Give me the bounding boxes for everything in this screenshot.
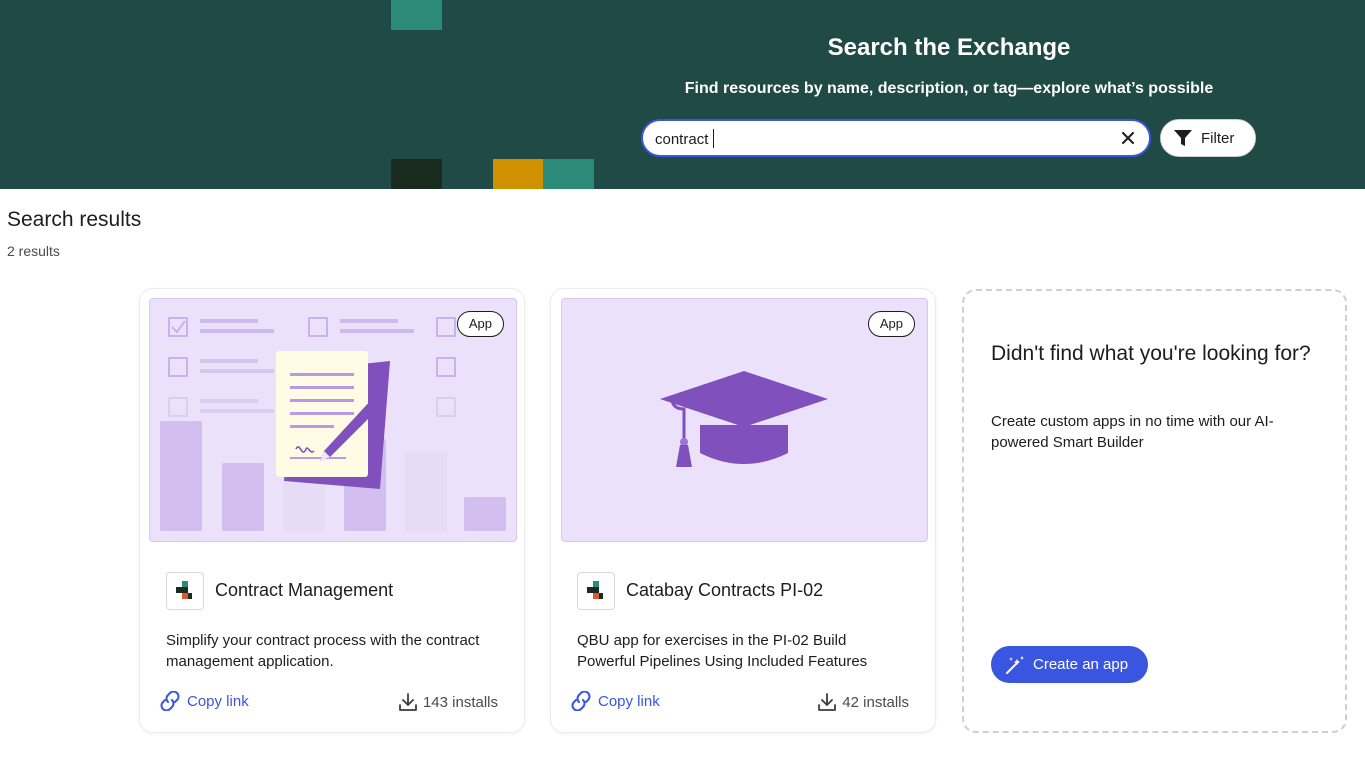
install-count-label: 143 installs <box>422 693 498 711</box>
close-icon <box>1122 132 1134 144</box>
create-app-button-label: Create an app <box>1033 656 1129 673</box>
create-app-button[interactable]: Create an app <box>991 646 1149 683</box>
card-title[interactable]: Catabay Contracts PI-02 <box>626 580 823 601</box>
hero-banner: Search the Exchange Find resources by na… <box>0 0 1365 189</box>
copy-link-label: Copy link <box>187 692 249 710</box>
type-badge: App <box>456 311 504 337</box>
app-logo-icon <box>587 581 603 599</box>
contract-illustration <box>160 317 506 531</box>
copy-link-button[interactable]: Copy link <box>159 691 249 711</box>
create-app-card: Didn't find what you're looking for? Cre… <box>962 289 1347 733</box>
install-count: 143 installs <box>399 693 498 711</box>
page-subtitle: Find resources by name, description, or … <box>684 80 1214 97</box>
decorative-block <box>493 159 543 189</box>
install-count: 42 installs <box>818 693 909 711</box>
magic-wand-icon <box>1006 655 1024 674</box>
search-input[interactable] <box>655 128 1105 150</box>
graduation-cap-illustration <box>660 371 828 467</box>
results-count: 2 results <box>7 243 60 259</box>
link-icon <box>571 691 591 711</box>
app-logo-icon <box>176 581 192 599</box>
result-card[interactable]: App Catabay Contracts PI-02 QBU app for … <box>550 288 936 733</box>
search-box[interactable] <box>641 119 1151 157</box>
card-image: App <box>149 298 517 542</box>
link-icon <box>160 691 180 711</box>
create-app-title: Didn't find what you're looking for? <box>991 342 1311 365</box>
decorative-block <box>391 159 442 189</box>
download-icon <box>818 693 837 711</box>
filter-icon <box>1174 130 1192 146</box>
create-app-description: Create custom apps in no time with our A… <box>991 413 1274 451</box>
clear-search-button[interactable] <box>1119 129 1137 147</box>
download-icon <box>399 693 417 711</box>
card-description: QBU app for exercises in the PI-02 Build… <box>577 632 868 670</box>
copy-link-label: Copy link <box>598 692 660 710</box>
app-logo <box>577 572 615 610</box>
decorative-block <box>543 159 594 189</box>
results-title: Search results <box>7 208 142 231</box>
copy-link-button[interactable]: Copy link <box>570 691 660 711</box>
filter-button[interactable]: Filter <box>1160 119 1256 157</box>
install-count-label: 42 installs <box>842 693 909 711</box>
text-cursor <box>713 129 714 148</box>
page-title: Search the Exchange <box>827 34 1071 61</box>
card-description: Simplify your contract process with the … <box>166 632 480 670</box>
filter-button-label: Filter <box>1201 129 1235 147</box>
decorative-block <box>391 0 442 30</box>
card-title[interactable]: Contract Management <box>215 580 393 601</box>
app-logo <box>166 572 204 610</box>
type-badge: App <box>867 311 915 337</box>
result-card[interactable]: App Contract Management Simplify your co… <box>139 288 525 733</box>
card-image: App <box>561 298 928 542</box>
